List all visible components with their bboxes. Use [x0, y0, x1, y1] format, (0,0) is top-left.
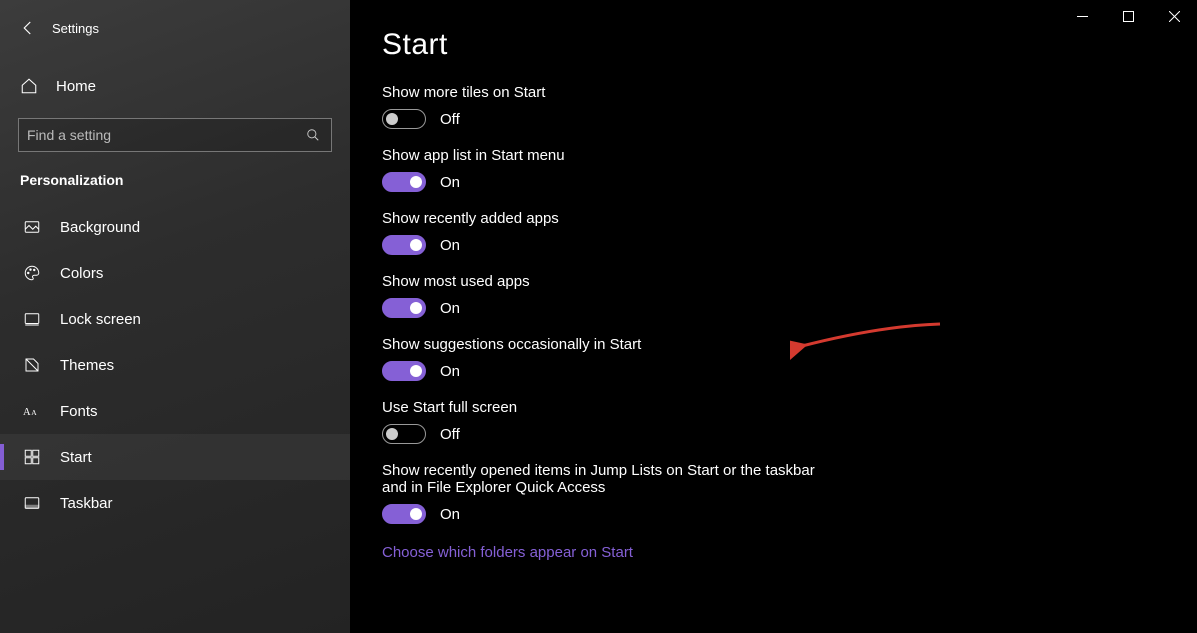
home-label: Home [56, 78, 96, 95]
image-icon [22, 217, 42, 237]
window-controls [1059, 0, 1197, 32]
setting-show-app-list: Show app list in Start menu On [382, 147, 950, 192]
sidebar-item-background[interactable]: Background [0, 204, 350, 250]
sidebar-item-home[interactable]: Home [0, 64, 350, 108]
toggle-most-used[interactable] [382, 298, 426, 318]
page-title: Start [350, 28, 1197, 62]
sidebar: Settings Home Personalization Background… [0, 0, 350, 633]
setting-label: Show more tiles on Start [382, 84, 950, 101]
setting-label: Show recently opened items in Jump Lists… [382, 462, 842, 496]
nav-label: Taskbar [60, 495, 113, 512]
app-title: Settings [52, 21, 99, 36]
toggle-state: Off [440, 111, 460, 128]
toggle-jump-lists[interactable] [382, 504, 426, 524]
search-box[interactable] [18, 118, 332, 152]
sidebar-item-themes[interactable]: Themes [0, 342, 350, 388]
setting-jump-lists: Show recently opened items in Jump Lists… [382, 462, 950, 524]
start-icon [22, 447, 42, 467]
search-input[interactable] [27, 127, 303, 143]
toggle-state: On [440, 300, 460, 317]
toggle-recently-added[interactable] [382, 235, 426, 255]
choose-folders-link[interactable]: Choose which folders appear on Start [382, 544, 950, 561]
toggle-full-screen[interactable] [382, 424, 426, 444]
category-heading: Personalization [0, 152, 350, 204]
setting-suggestions: Show suggestions occasionally in Start O… [382, 336, 950, 381]
toggle-suggestions[interactable] [382, 361, 426, 381]
home-icon [20, 77, 40, 95]
nav-label: Fonts [60, 403, 98, 420]
toggle-state: On [440, 174, 460, 191]
taskbar-icon [22, 493, 42, 513]
toggle-state: Off [440, 426, 460, 443]
toggle-show-more-tiles[interactable] [382, 109, 426, 129]
nav-list: Background Colors Lock screen Themes AA … [0, 204, 350, 526]
sidebar-item-start[interactable]: Start [0, 434, 350, 480]
setting-most-used: Show most used apps On [382, 273, 950, 318]
fonts-icon: AA [22, 401, 42, 421]
search-icon[interactable] [303, 128, 323, 142]
maximize-button[interactable] [1105, 0, 1151, 32]
close-button[interactable] [1151, 0, 1197, 32]
toggle-state: On [440, 237, 460, 254]
minimize-button[interactable] [1059, 0, 1105, 32]
setting-label: Use Start full screen [382, 399, 950, 416]
sidebar-item-colors[interactable]: Colors [0, 250, 350, 296]
palette-icon [22, 263, 42, 283]
back-button[interactable] [8, 8, 48, 48]
main-content: Start Show more tiles on Start Off Show … [350, 0, 1197, 633]
nav-label: Start [60, 449, 92, 466]
setting-label: Show app list in Start menu [382, 147, 950, 164]
sidebar-item-fonts[interactable]: AA Fonts [0, 388, 350, 434]
sidebar-item-lock-screen[interactable]: Lock screen [0, 296, 350, 342]
toggle-show-app-list[interactable] [382, 172, 426, 192]
nav-label: Colors [60, 265, 103, 282]
nav-label: Lock screen [60, 311, 141, 328]
toggle-state: On [440, 506, 460, 523]
setting-label: Show suggestions occasionally in Start [382, 336, 950, 353]
settings-list: Show more tiles on Start Off Show app li… [350, 84, 950, 561]
search-container [18, 118, 332, 152]
themes-icon [22, 355, 42, 375]
setting-recently-added: Show recently added apps On [382, 210, 950, 255]
svg-text:A: A [31, 408, 37, 417]
svg-text:A: A [23, 407, 31, 418]
setting-show-more-tiles: Show more tiles on Start Off [382, 84, 950, 129]
lock-screen-icon [22, 309, 42, 329]
setting-full-screen: Use Start full screen Off [382, 399, 950, 444]
setting-label: Show most used apps [382, 273, 950, 290]
nav-label: Themes [60, 357, 114, 374]
setting-label: Show recently added apps [382, 210, 950, 227]
toggle-state: On [440, 363, 460, 380]
title-bar: Settings [0, 8, 350, 48]
sidebar-item-taskbar[interactable]: Taskbar [0, 480, 350, 526]
nav-label: Background [60, 219, 140, 236]
